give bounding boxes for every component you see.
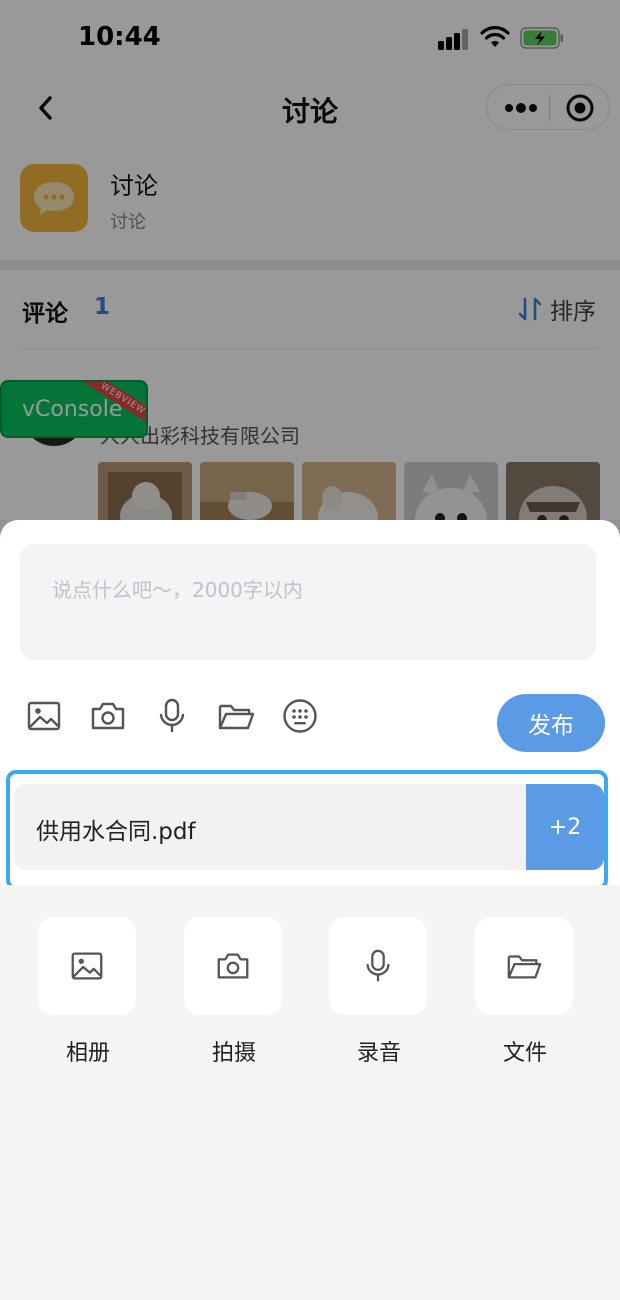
media-option-label: 录音 (356, 1041, 401, 1066)
comment-image-thumbnail[interactable] (506, 462, 600, 520)
media-option-shoot[interactable]: 拍摄 (184, 917, 284, 1067)
media-option-label: 拍摄 (211, 1041, 256, 1066)
comment-input[interactable] (20, 544, 596, 660)
vconsole-label: vConsole (22, 396, 123, 422)
camera-icon[interactable] (88, 696, 128, 736)
comment-image-list (98, 462, 600, 520)
composer-toolbar: 发布 (0, 694, 620, 752)
attachment-file-name: 供用水合同.pdf (36, 819, 196, 845)
folder-icon (507, 955, 542, 979)
media-option-label: 相册 (65, 1041, 110, 1066)
media-option-file[interactable]: 文件 (475, 917, 575, 1067)
record-button[interactable] (329, 917, 427, 1015)
navigation-bar: 讨论 (0, 80, 620, 136)
comment-image-thumbnail[interactable] (98, 462, 192, 520)
comment-image-thumbnail[interactable] (302, 462, 396, 520)
more-attachments-button[interactable]: +2 (526, 784, 604, 870)
media-option-label: 文件 (502, 1041, 547, 1066)
media-option-record[interactable]: 录音 (329, 917, 429, 1067)
microphone-icon[interactable] (152, 696, 192, 736)
app-name: 讨论 (110, 172, 158, 200)
comment-input-container (20, 544, 596, 660)
app-info-card: 讨论 讨论 (0, 136, 620, 260)
sort-label: 排序 (550, 299, 596, 325)
comments-header: 评论 1 排序 (0, 270, 620, 348)
battery-icon (520, 27, 563, 49)
image-icon (71, 952, 103, 980)
cellular-signal-icon (438, 28, 472, 50)
keypad-icon[interactable] (280, 696, 320, 736)
media-picker-panel: 相册 拍摄 录音 文件 (0, 885, 620, 1300)
comments-label: 评论 (22, 301, 68, 327)
section-divider (0, 260, 620, 270)
album-button[interactable] (38, 917, 136, 1015)
status-time: 10:44 (78, 22, 161, 52)
comments-count: 1 (94, 294, 111, 320)
chat-bubble-icon (20, 164, 88, 232)
status-bar: 10:44 (0, 0, 620, 80)
comments-divider (22, 348, 598, 349)
sort-button[interactable]: 排序 (516, 292, 596, 326)
background-page: 10:44 讨论 讨论 讨论 评论 1 排序 人人出彩科技有限公司 vConso… (0, 0, 620, 520)
image-icon[interactable] (24, 696, 64, 736)
microphone-icon (366, 949, 390, 982)
file-button[interactable] (475, 917, 573, 1015)
publish-button[interactable]: 发布 (497, 694, 605, 752)
more-dots-icon[interactable] (503, 98, 539, 118)
shoot-button[interactable] (184, 917, 282, 1015)
sort-arrows-icon (518, 297, 542, 321)
close-miniprogram-icon[interactable] (565, 93, 595, 123)
media-option-album[interactable]: 相册 (38, 917, 138, 1067)
capsule-divider (549, 95, 550, 121)
comment-image-thumbnail[interactable] (404, 462, 498, 520)
app-subtitle: 讨论 (110, 212, 146, 233)
folder-icon[interactable] (216, 696, 256, 736)
miniprogram-capsule (486, 84, 610, 130)
camera-icon (217, 953, 249, 979)
comment-image-thumbnail[interactable] (200, 462, 294, 520)
vconsole-button[interactable]: vConsole WEBVIEW (0, 380, 148, 438)
attachment-row[interactable]: 供用水合同.pdf +2 (14, 784, 604, 870)
comment-composer-sheet: 发布 供用水合同.pdf +2 相册 拍摄 录音 (0, 520, 620, 1300)
wifi-icon (480, 26, 510, 47)
